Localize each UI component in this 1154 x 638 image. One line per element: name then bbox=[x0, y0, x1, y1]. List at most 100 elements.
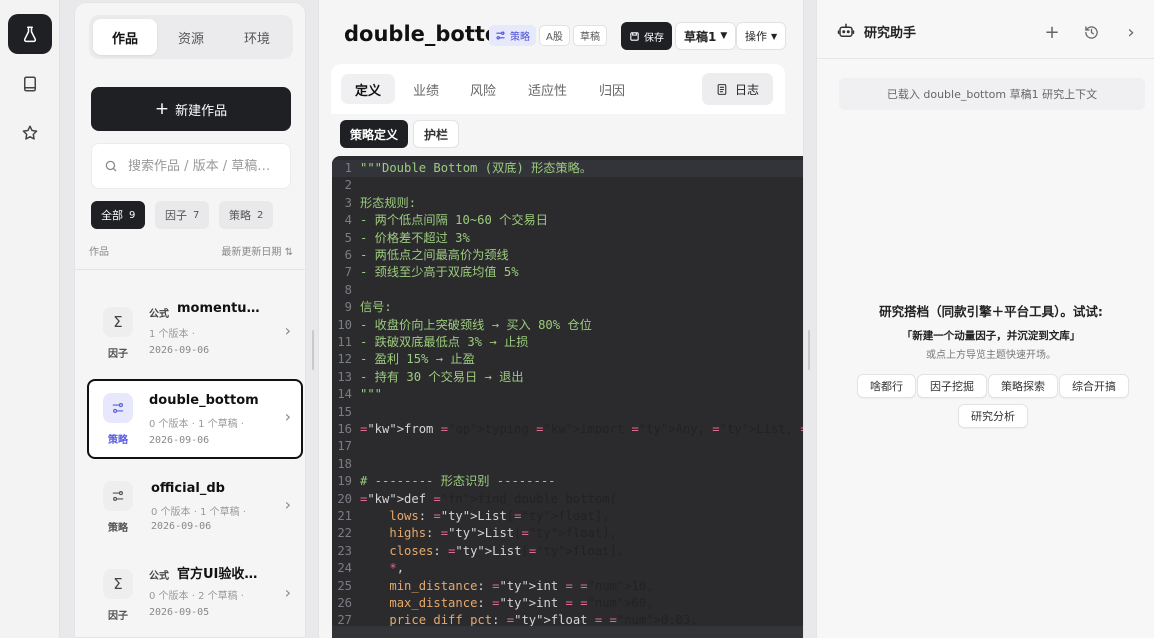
code-line: 13- 持有 30 个交易日 → 退出 bbox=[332, 369, 803, 386]
work-name: double_bottom bbox=[149, 393, 259, 408]
line-number: 22 bbox=[337, 526, 352, 541]
log-button[interactable]: 日志 bbox=[701, 73, 773, 105]
code-line: 12- 盈利 15% → 止盈 bbox=[332, 351, 803, 368]
quick-action-anything[interactable]: 啥都行 bbox=[857, 374, 916, 398]
line-number: 7 bbox=[344, 265, 352, 280]
list-item[interactable]: Σ 因子 公式 momentu… 1 个版本 · 2026-09-06 › bbox=[87, 293, 303, 373]
quick-action-strategy-explore[interactable]: 策略探索 bbox=[988, 374, 1058, 398]
editor-panel: double_bottom 策略 A股 草稿 保存 草稿1 ▼ 操作 ▼ 定义 … bbox=[318, 0, 804, 638]
list-item-selected[interactable]: 策略 double_bottom 0 个版本 · 1 个草稿 · 2026-09… bbox=[87, 379, 303, 459]
line-number: 19 bbox=[337, 474, 352, 489]
work-name: official_db bbox=[151, 481, 225, 496]
history-icon bbox=[1084, 25, 1098, 39]
tab-attribution[interactable]: 归因 bbox=[585, 74, 639, 104]
work-type: 因子 bbox=[108, 349, 128, 360]
code-line: 15 bbox=[332, 404, 803, 421]
sigma-icon: Σ bbox=[103, 569, 133, 599]
line-number: 26 bbox=[337, 596, 352, 610]
panel-resize-handle[interactable] bbox=[312, 330, 314, 370]
log-icon bbox=[717, 83, 727, 95]
new-work-button[interactable]: + 新建作品 bbox=[91, 87, 291, 131]
work-meta: 1 个版本 · bbox=[149, 329, 195, 340]
work-date: 2026-09-06 bbox=[149, 345, 210, 356]
strategy-icon bbox=[103, 481, 133, 511]
subtab-guardrails[interactable]: 护栏 bbox=[413, 120, 460, 148]
code-line: 18 bbox=[332, 456, 803, 473]
nav-rail bbox=[0, 0, 60, 638]
filter-all[interactable]: 全部 9 bbox=[91, 201, 146, 229]
tab-risk[interactable]: 风险 bbox=[456, 74, 510, 104]
work-name: momentu… bbox=[177, 301, 260, 316]
collapse-panel-button[interactable]: › bbox=[1119, 20, 1143, 44]
subtab-strategy-definition[interactable]: 策略定义 bbox=[340, 120, 409, 148]
rail-favorites-button[interactable] bbox=[8, 113, 52, 153]
operations-menu-button[interactable]: 操作 ▼ bbox=[736, 22, 787, 50]
work-date: 2026-09-05 bbox=[149, 607, 210, 618]
filter-strategy-count: 2 bbox=[257, 209, 264, 221]
chevron-right-icon: › bbox=[284, 321, 291, 340]
strategy-icon bbox=[496, 31, 505, 40]
chevron-down-icon: ▼ bbox=[771, 31, 778, 41]
strategy-icon bbox=[103, 393, 133, 423]
sort-label: 最新更新日期 bbox=[221, 247, 282, 258]
rail-lab-button[interactable] bbox=[8, 14, 52, 54]
rail-library-button[interactable] bbox=[8, 64, 52, 104]
work-type: 因子 bbox=[108, 611, 128, 622]
code-line: 10- 收盘价向上突破颈线 → 买入 80% 仓位 bbox=[332, 317, 803, 334]
new-chat-button[interactable]: + bbox=[1040, 20, 1064, 44]
list-header-label: 作品 bbox=[89, 247, 109, 258]
code-line: 19 # -------- 形态识别 -------- bbox=[332, 473, 803, 490]
line-number: 5 bbox=[344, 230, 352, 245]
line-number: 25 bbox=[337, 578, 352, 593]
save-button[interactable]: 保存 bbox=[621, 22, 672, 50]
filter-all-count: 9 bbox=[129, 209, 136, 221]
tab-adaptability[interactable]: 适应性 bbox=[514, 74, 581, 104]
panel-resize-handle[interactable] bbox=[808, 330, 810, 370]
code-editor[interactable]: 1 """Double Bottom (双底) 形态策略。 2 3 形态规则: 4- 两个… bbox=[332, 156, 803, 638]
tab-definition[interactable]: 定义 bbox=[341, 74, 396, 104]
search-box bbox=[91, 143, 291, 189]
save-icon bbox=[630, 31, 639, 41]
filter-factor[interactable]: 因子 7 bbox=[155, 201, 210, 229]
works-panel: 作品 资源 环境 + 新建作品 全部 9 因子 7 策略 2 作品 最新更新日期… bbox=[74, 2, 306, 638]
code-line: 9 信号: bbox=[332, 299, 803, 316]
quick-action-factor-mining[interactable]: 因子挖掘 bbox=[917, 374, 987, 398]
line-number: 18 bbox=[337, 456, 352, 471]
filter-all-label: 全部 bbox=[101, 209, 123, 222]
new-work-label: 新建作品 bbox=[175, 103, 228, 119]
draft-select-value: 草稿1 bbox=[684, 29, 717, 44]
code-line: 3 形态规则: bbox=[332, 195, 803, 212]
editor-tabs: 定义 业绩 风险 适应性 归因 日志 bbox=[331, 64, 785, 114]
code-line: 7- 颈线至少高于双底均值 5% bbox=[332, 264, 803, 281]
assistant-suggestion[interactable]: 「新建一个动量因子，并沉淀到文库」 bbox=[817, 328, 1154, 343]
market-badge: A股 bbox=[539, 25, 570, 46]
robot-icon bbox=[837, 23, 855, 37]
quick-action-comprehensive[interactable]: 综合开搞 bbox=[1059, 374, 1129, 398]
list-item[interactable]: 策略 official_db 0 个版本 · 1 个草稿 · 2026-09-0… bbox=[87, 467, 303, 547]
star-icon bbox=[22, 125, 38, 140]
chevron-right-icon: › bbox=[284, 583, 291, 602]
work-meta: 0 个版本 · 1 个草稿 · bbox=[151, 507, 246, 518]
work-date: 2026-09-06 bbox=[151, 521, 212, 532]
draft-select[interactable]: 草稿1 ▼ bbox=[675, 22, 737, 50]
tab-resources[interactable]: 资源 bbox=[159, 19, 223, 55]
code-line: 2 bbox=[332, 177, 803, 194]
code-line: 14 """ bbox=[332, 386, 803, 403]
quick-action-research-analysis[interactable]: 研究分析 bbox=[958, 404, 1028, 428]
history-button[interactable] bbox=[1079, 20, 1103, 44]
strategy-badge: 策略 bbox=[489, 25, 536, 46]
filter-strategy[interactable]: 策略 2 bbox=[219, 201, 274, 229]
tab-environment[interactable]: 环境 bbox=[225, 19, 289, 55]
line-number: 8 bbox=[344, 282, 352, 297]
works-segmented-control: 作品 资源 环境 bbox=[89, 15, 293, 59]
search-input[interactable] bbox=[128, 158, 278, 174]
code-line: 21 lows: ="ty">List[="ty">float], bbox=[332, 508, 803, 525]
log-label: 日志 bbox=[734, 82, 759, 97]
tab-performance[interactable]: 业绩 bbox=[399, 74, 453, 104]
filter-strategy-label: 策略 bbox=[229, 209, 251, 222]
tab-works[interactable]: 作品 bbox=[93, 19, 157, 55]
list-item[interactable]: Σ 因子 公式 官方UI验收… 0 个版本 · 2 个草稿 · 2026-09-… bbox=[87, 555, 303, 635]
code-line: 24 *, bbox=[332, 560, 803, 577]
line-number: 11 bbox=[337, 335, 352, 349]
sort-toggle[interactable]: 最新更新日期 ⇅ bbox=[221, 243, 293, 258]
